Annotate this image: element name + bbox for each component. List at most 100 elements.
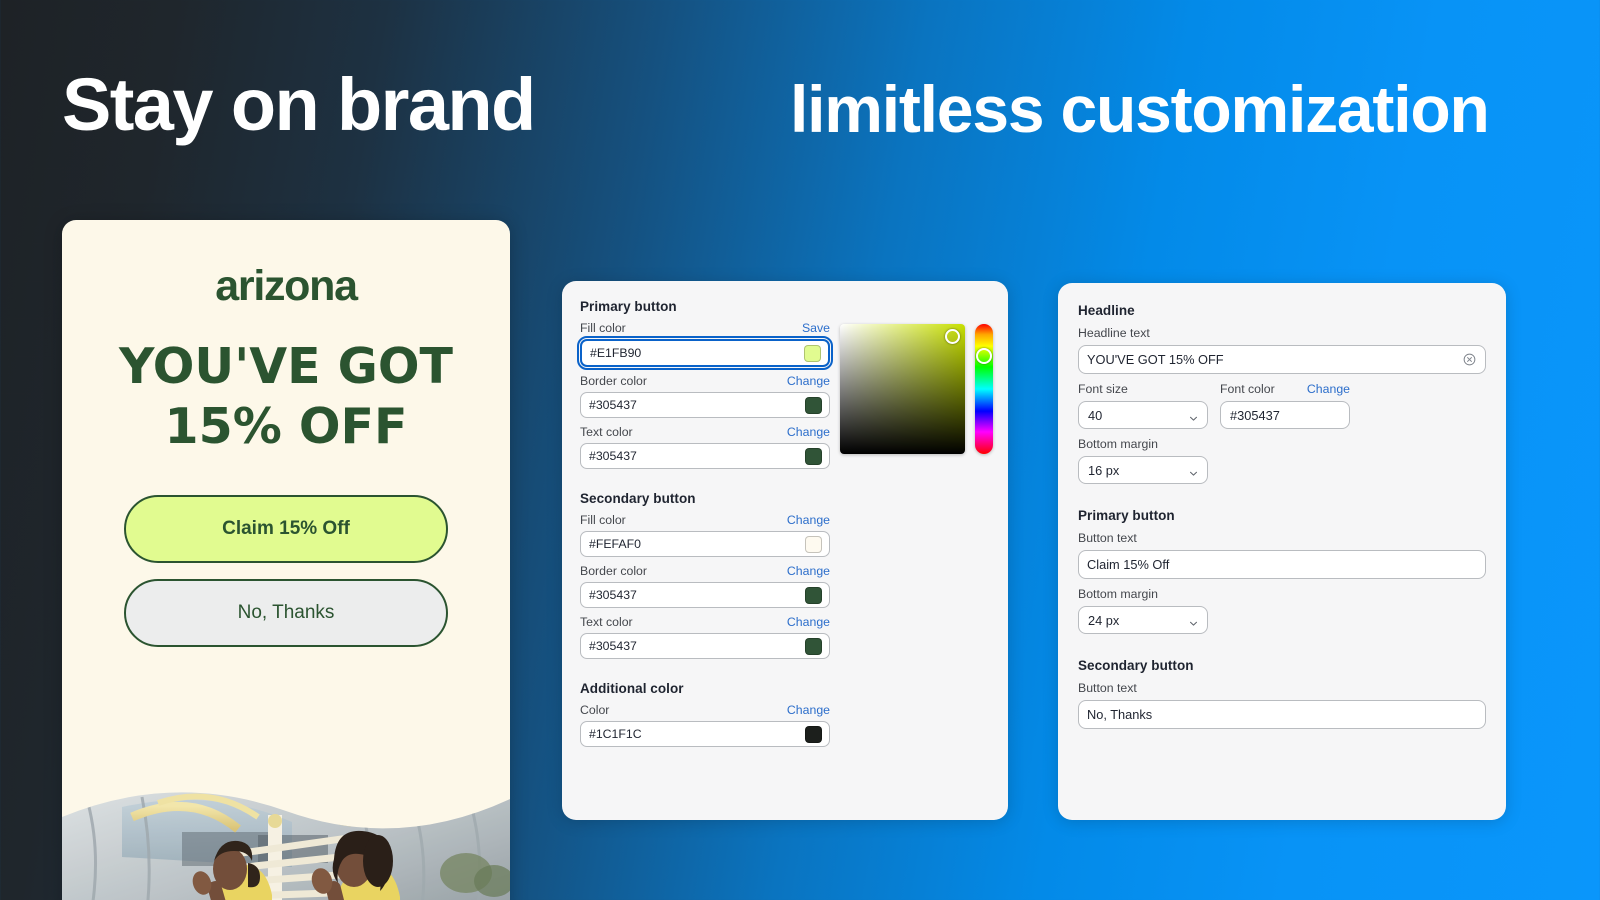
- color-swatch[interactable]: [805, 535, 822, 553]
- color-swatch[interactable]: [805, 637, 822, 655]
- additional-color-input[interactable]: #1C1F1C: [580, 721, 830, 747]
- primary-fill-color-input[interactable]: #E1FB90: [577, 336, 833, 370]
- field-primary-fill-color: Fill color Save #E1FB90: [577, 321, 833, 370]
- field-label: Fill color: [580, 513, 626, 527]
- section-title: Additional color: [580, 681, 684, 696]
- change-link[interactable]: Change: [787, 513, 830, 527]
- secondary-text-color-input[interactable]: #305437: [580, 633, 830, 659]
- field-secondary-button-text: Button text No, Thanks: [1078, 681, 1486, 729]
- change-link[interactable]: Change: [1307, 382, 1350, 396]
- input-value: #305437: [589, 588, 637, 602]
- content-section-primary-button: Primary button Button text Claim 15% Off…: [1078, 508, 1486, 634]
- color-picker[interactable]: [840, 324, 993, 454]
- field-label: Button text: [1078, 681, 1137, 695]
- hero-headings: Stay on brand limitless customization: [0, 60, 1600, 170]
- row-font-size-and-color: Font size 40 Font color Change #305437: [1078, 382, 1486, 429]
- preview-headline-line2: 15% OFF: [164, 397, 408, 455]
- color-swatch[interactable]: [805, 396, 822, 414]
- field-primary-button-text: Button text Claim 15% Off: [1078, 531, 1486, 579]
- saturation-thumb[interactable]: [945, 329, 960, 344]
- change-link[interactable]: Change: [787, 564, 830, 578]
- chevron-down-icon: [1189, 411, 1198, 421]
- change-link[interactable]: Change: [787, 615, 830, 629]
- primary-border-color-input[interactable]: #305437: [580, 392, 830, 418]
- field-font-color: Font color Change #305437: [1220, 382, 1350, 429]
- field-label: Border color: [580, 564, 647, 578]
- preview-headline: YOU'VE GOT 15% OFF: [62, 337, 510, 457]
- input-value: #305437: [589, 449, 637, 463]
- secondary-border-color-input[interactable]: #305437: [580, 582, 830, 608]
- primary-button-text-input[interactable]: Claim 15% Off: [1078, 550, 1486, 579]
- style-fields-column: Primary button Fill color Save #E1FB90 B…: [577, 299, 833, 747]
- field-headline-bottom-margin: Bottom margin 16 px: [1078, 437, 1486, 484]
- style-section-additional-color: Additional color Color Change #1C1F1C: [580, 681, 830, 747]
- style-section-primary-button: Primary button Fill color Save #E1FB90 B…: [577, 299, 833, 469]
- field-label: Button text: [1078, 531, 1137, 545]
- primary-text-color-input[interactable]: #305437: [580, 443, 830, 469]
- secondary-button-text-input[interactable]: No, Thanks: [1078, 700, 1486, 729]
- secondary-fill-color-input[interactable]: #FEFAF0: [580, 531, 830, 557]
- field-label: Bottom margin: [1078, 437, 1158, 451]
- input-value: #305437: [1230, 407, 1280, 423]
- section-title: Headline: [1078, 303, 1135, 318]
- field-headline-text: Headline text YOU'VE GOT 15% OFF: [1078, 326, 1486, 374]
- preview-brand-logo: arizona: [215, 262, 358, 310]
- input-value: No, Thanks: [1087, 707, 1153, 722]
- popup-preview-card: arizona YOU'VE GOT 15% OFF Claim 15% Off…: [62, 220, 510, 900]
- color-swatch[interactable]: [805, 725, 822, 743]
- field-primary-bottom-margin: Bottom margin 24 px: [1078, 587, 1486, 634]
- field-secondary-border-color: Border color Change #305437: [580, 564, 830, 608]
- field-additional-color: Color Change #1C1F1C: [580, 703, 830, 747]
- field-font-size: Font size 40: [1078, 382, 1208, 429]
- field-label: Font size: [1078, 382, 1128, 396]
- input-value: #FEFAF0: [589, 537, 641, 551]
- change-link[interactable]: Change: [787, 425, 830, 439]
- input-value: #1C1F1C: [589, 727, 642, 741]
- field-label: Border color: [580, 374, 647, 388]
- color-swatch[interactable]: [804, 344, 821, 362]
- hue-slider[interactable]: [975, 324, 993, 454]
- select-value: 16 px: [1088, 462, 1120, 478]
- clear-circle-icon[interactable]: [1463, 353, 1476, 366]
- input-value: #305437: [589, 398, 637, 412]
- select-value: 40: [1088, 407, 1103, 423]
- style-section-secondary-button: Secondary button Fill color Change #FEFA…: [580, 491, 830, 659]
- field-secondary-fill-color: Fill color Change #FEFAF0: [580, 513, 830, 557]
- change-link[interactable]: Change: [787, 703, 830, 717]
- section-title: Secondary button: [580, 491, 696, 506]
- content-fields-column: Headline Headline text YOU'VE GOT 15% OF…: [1078, 303, 1486, 729]
- font-size-select[interactable]: 40: [1078, 401, 1208, 429]
- input-value: #305437: [589, 639, 637, 653]
- field-label: Color: [580, 703, 610, 717]
- headline-bottom-margin-select[interactable]: 16 px: [1078, 456, 1208, 484]
- preview-secondary-button[interactable]: No, Thanks: [124, 578, 448, 647]
- preview-headline-line1: YOU'VE GOT: [119, 338, 453, 395]
- font-color-input[interactable]: #305437: [1220, 401, 1350, 429]
- save-link[interactable]: Save: [802, 321, 830, 335]
- field-primary-text-color: Text color Change #305437: [580, 425, 830, 469]
- primary-bottom-margin-select[interactable]: 24 px: [1078, 606, 1208, 634]
- style-settings-panel: Primary button Fill color Save #E1FB90 B…: [562, 281, 1008, 820]
- change-link[interactable]: Change: [787, 374, 830, 388]
- field-label: Bottom margin: [1078, 587, 1158, 601]
- field-secondary-text-color: Text color Change #305437: [580, 615, 830, 659]
- heading-limitless-customization: limitless customization: [790, 72, 1490, 146]
- content-settings-panel: Headline Headline text YOU'VE GOT 15% OF…: [1058, 283, 1506, 820]
- field-primary-border-color: Border color Change #305437: [580, 374, 830, 418]
- field-label: Text color: [580, 615, 633, 629]
- headline-text-input[interactable]: YOU'VE GOT 15% OFF: [1078, 345, 1486, 374]
- color-swatch[interactable]: [805, 447, 822, 465]
- select-value: 24 px: [1088, 612, 1120, 628]
- hue-thumb[interactable]: [976, 348, 992, 364]
- chevron-down-icon: [1189, 466, 1198, 476]
- field-label: Headline text: [1078, 326, 1150, 340]
- color-swatch[interactable]: [805, 586, 822, 604]
- field-label: Text color: [580, 425, 633, 439]
- heading-stay-on-brand: Stay on brand: [62, 63, 536, 146]
- preview-primary-button[interactable]: Claim 15% Off: [124, 494, 448, 563]
- field-label: Fill color: [580, 321, 626, 335]
- saturation-brightness-square[interactable]: [840, 324, 965, 454]
